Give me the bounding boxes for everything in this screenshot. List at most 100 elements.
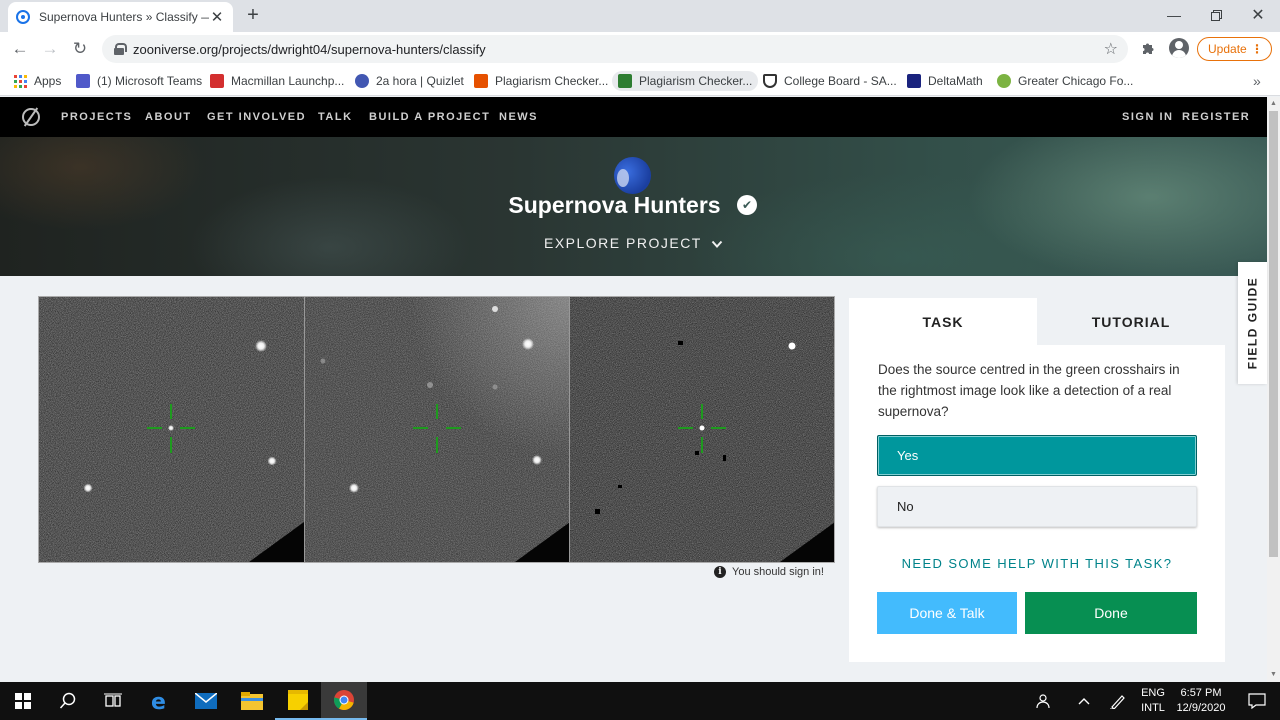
bookmark-greater-chicago[interactable]: Greater Chicago Fo... xyxy=(997,71,1133,91)
quizlet-icon xyxy=(355,74,369,88)
subject-image-template[interactable] xyxy=(304,297,569,562)
update-label: Update xyxy=(1208,42,1247,56)
done-button[interactable]: Done xyxy=(1025,592,1197,634)
bookmark-label: DeltaMath xyxy=(928,74,983,88)
field-guide-label: FIELD GUIDE xyxy=(1245,276,1260,370)
task-help-link[interactable]: NEED SOME HELP WITH THIS TASK? xyxy=(849,556,1225,571)
college-board-icon xyxy=(763,74,777,88)
task-question: Does the source centred in the green cro… xyxy=(878,362,1180,419)
browser-tab-active[interactable]: Supernova Hunters » Classify — Zoonivers… xyxy=(8,2,233,32)
clock[interactable]: 6:57 PM 12/9/2020 xyxy=(1172,686,1230,716)
chevron-down-icon xyxy=(711,240,723,248)
sign-in-link[interactable]: SIGN IN xyxy=(1122,111,1173,123)
bookmark-quizlet[interactable]: 2a hora | Quizlet xyxy=(355,71,464,91)
reload-icon[interactable]: ↻ xyxy=(69,38,91,60)
register-link[interactable]: REGISTER xyxy=(1182,111,1250,123)
notification-center-icon[interactable] xyxy=(1234,682,1280,720)
bookmark-macmillan[interactable]: Macmillan Launchp... xyxy=(210,71,344,91)
nav-get-involved[interactable]: GET INVOLVED xyxy=(207,111,306,123)
bookmark-label: Greater Chicago Fo... xyxy=(1018,74,1134,88)
bookmark-label: Apps xyxy=(34,74,62,88)
zooniverse-top-nav: PROJECTS ABOUT GET INVOLVED TALK BUILD A… xyxy=(0,97,1267,137)
edge-browser-icon[interactable]: e xyxy=(137,682,183,720)
scroll-down-arrow-icon[interactable]: ▼ xyxy=(1267,668,1280,682)
mail-icon[interactable] xyxy=(183,682,229,720)
search-icon[interactable] xyxy=(45,682,91,720)
minimize-window-icon[interactable]: — xyxy=(1152,0,1196,30)
subject-image-target[interactable] xyxy=(39,297,304,562)
field-guide-tab[interactable]: FIELD GUIDE xyxy=(1238,262,1267,384)
address-bar-url: zooniverse.org/projects/dwright04/supern… xyxy=(133,41,486,57)
project-avatar xyxy=(614,157,651,194)
browser-tab-title: Supernova Hunters » Classify — Zoonivers… xyxy=(39,10,209,24)
clock-time: 6:57 PM xyxy=(1180,687,1222,699)
more-bookmarks-chevron-icon[interactable]: » xyxy=(1253,73,1261,89)
browser-tab-strip: Supernova Hunters » Classify — Zoonivers… xyxy=(0,0,1280,32)
nav-about[interactable]: ABOUT xyxy=(145,111,192,123)
bookmark-microsoft-teams[interactable]: (1) Microsoft Teams xyxy=(76,71,202,91)
sticky-notes-icon[interactable] xyxy=(275,682,321,720)
windows-start-icon[interactable] xyxy=(0,682,46,720)
close-tab-icon[interactable]: ✕ xyxy=(209,8,225,26)
plagiarism-checker-icon xyxy=(618,74,632,88)
page-scrollbar[interactable]: ▲ ▼ xyxy=(1267,97,1280,682)
greater-chicago-icon xyxy=(997,74,1011,88)
bookmark-college-board[interactable]: College Board - SA... xyxy=(763,71,897,91)
new-tab-icon[interactable]: + xyxy=(242,4,264,27)
nav-projects[interactable]: PROJECTS xyxy=(61,111,132,123)
pen-icon[interactable] xyxy=(1098,682,1138,720)
chrome-browser-icon[interactable] xyxy=(321,682,367,720)
scroll-up-arrow-icon[interactable]: ▲ xyxy=(1267,97,1280,111)
people-icon[interactable] xyxy=(1024,682,1064,720)
address-bar[interactable]: zooniverse.org/projects/dwright04/supern… xyxy=(102,35,1128,63)
bookmark-deltamath[interactable]: DeltaMath xyxy=(907,71,983,91)
done-and-talk-button[interactable]: Done & Talk xyxy=(877,592,1017,634)
project-title[interactable]: Supernova Hunters xyxy=(0,192,1229,219)
input-language-indicator[interactable]: ENG INTL xyxy=(1138,686,1168,716)
language-code: ENG xyxy=(1141,687,1165,699)
bookmark-star-icon[interactable]: ☆ xyxy=(1104,39,1118,59)
file-explorer-icon[interactable] xyxy=(229,682,275,720)
bookmark-label: Plagiarism Checker... xyxy=(495,74,609,88)
sign-in-notice: i You should sign in! xyxy=(714,566,824,578)
forward-arrow-icon[interactable]: → xyxy=(39,38,61,60)
keyboard-layout: INTL xyxy=(1141,702,1165,714)
difference-image-svg xyxy=(570,297,834,562)
extensions-puzzle-icon[interactable] xyxy=(1141,41,1155,59)
answer-yes-label: Yes xyxy=(897,448,919,463)
bookmarks-bar: Apps (1) Microsoft Teams Macmillan Launc… xyxy=(0,66,1280,96)
verified-check-icon: ✔ xyxy=(737,195,757,215)
zooniverse-logo-icon[interactable] xyxy=(22,108,40,126)
kebab-menu-icon[interactable]: ⋮ xyxy=(1251,42,1263,56)
answer-yes-button[interactable]: Yes xyxy=(877,435,1197,476)
scrollbar-thumb[interactable] xyxy=(1269,111,1278,557)
bookmark-plagiarism-checker-1[interactable]: Plagiarism Checker... xyxy=(474,71,608,91)
plagiarism-checker-icon xyxy=(474,74,488,88)
chrome-update-button[interactable]: Update ⋮ xyxy=(1197,37,1272,61)
lock-icon xyxy=(114,43,127,55)
browser-toolbar: ← → ↻ zooniverse.org/projects/dwright04/… xyxy=(0,32,1280,66)
clock-date: 12/9/2020 xyxy=(1176,702,1226,714)
bookmark-label: Plagiarism Checker... xyxy=(639,74,753,88)
tab-tutorial[interactable]: TUTORIAL xyxy=(1037,298,1225,345)
svg-text:e: e xyxy=(151,690,166,712)
zooniverse-favicon-icon xyxy=(16,10,30,24)
bookmark-plagiarism-checker-2[interactable]: Plagiarism Checker... xyxy=(612,71,759,91)
answer-no-button[interactable]: No xyxy=(877,486,1197,527)
subject-image-difference[interactable] xyxy=(569,297,834,562)
template-image-svg xyxy=(305,297,569,562)
bookmark-label: College Board - SA... xyxy=(784,74,897,88)
nav-build-a-project[interactable]: BUILD A PROJECT xyxy=(369,111,490,123)
info-icon: i xyxy=(714,566,726,578)
back-arrow-icon[interactable]: ← xyxy=(9,38,31,60)
bookmark-apps[interactable]: Apps xyxy=(14,71,61,91)
task-view-icon[interactable] xyxy=(90,682,136,720)
nav-news[interactable]: NEWS xyxy=(499,111,538,123)
profile-avatar-icon[interactable] xyxy=(1169,38,1189,58)
nav-talk[interactable]: TALK xyxy=(318,111,353,123)
restore-window-icon[interactable] xyxy=(1194,0,1238,30)
bookmark-label: 2a hora | Quizlet xyxy=(376,74,464,88)
close-window-icon[interactable]: ✕ xyxy=(1236,0,1280,30)
explore-project-dropdown[interactable]: EXPLORE PROJECT xyxy=(0,235,1267,251)
tab-task[interactable]: TASK xyxy=(849,298,1037,345)
